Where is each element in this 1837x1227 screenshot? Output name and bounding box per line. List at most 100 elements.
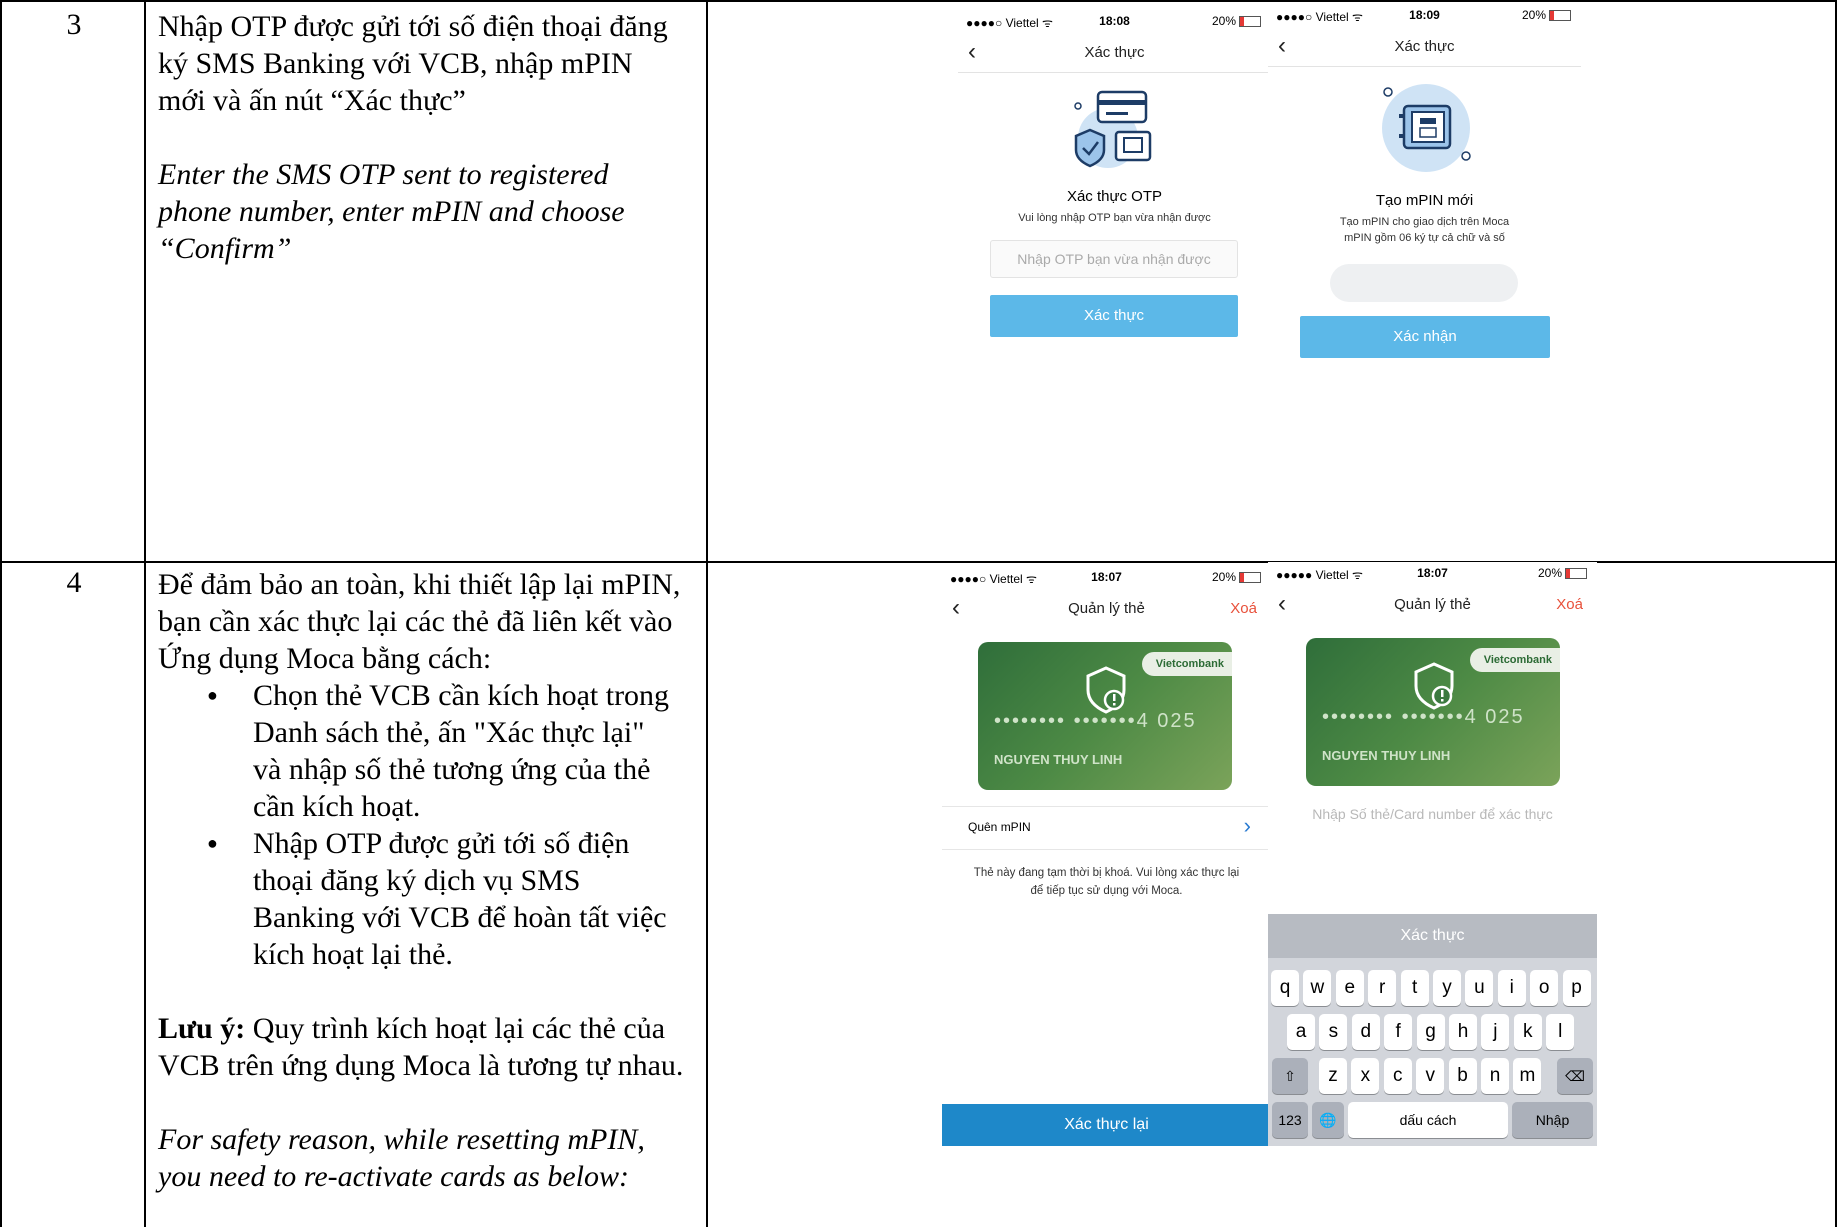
- backspace-key[interactable]: ⌫: [1557, 1058, 1593, 1094]
- col-divider-2: [706, 0, 708, 1227]
- delete-button[interactable]: Xoá: [1230, 600, 1257, 617]
- key-w[interactable]: w: [1303, 970, 1332, 1006]
- battery: 20%: [1212, 14, 1261, 28]
- screen-card-verify: ●●●●● Viettel ᯤ 18:07 20% ‹ Quản lý thẻ …: [1268, 562, 1597, 1146]
- bank-logo: Vietcombank: [1469, 648, 1560, 672]
- key-z[interactable]: z: [1319, 1058, 1347, 1094]
- key-i[interactable]: i: [1497, 970, 1526, 1006]
- key-v[interactable]: v: [1416, 1058, 1445, 1094]
- chevron-right-icon: ›: [1243, 813, 1251, 838]
- key-f[interactable]: f: [1384, 1014, 1413, 1050]
- key-o[interactable]: o: [1530, 970, 1559, 1006]
- en-text: For safety reason, while resetting mPIN,…: [158, 1123, 645, 1193]
- nav-title: Xác thực: [1394, 38, 1455, 55]
- key-h[interactable]: h: [1449, 1014, 1477, 1050]
- nav-title: Quản lý thẻ: [1068, 600, 1145, 617]
- battery: 20%: [1522, 8, 1571, 22]
- battery: 20%: [1538, 566, 1587, 580]
- key-j[interactable]: j: [1481, 1014, 1510, 1050]
- status-bar: ●●●●○ Viettel ᯤ 18:08 20%: [958, 10, 1271, 32]
- globe-icon[interactable]: 🌐: [1312, 1102, 1344, 1138]
- key-a[interactable]: a: [1287, 1014, 1315, 1050]
- nav-bar: ‹ Quản lý thẻ Xoá: [942, 592, 1271, 628]
- screen-otp: ●●●●○ Viettel ᯤ 18:08 20% ‹ Xác thực Xác…: [958, 10, 1271, 362]
- vi-intro: Để đảm bảo an toàn, khi thiết lập lại mP…: [158, 568, 681, 675]
- otp-illustration-icon: [1068, 84, 1160, 176]
- otp-input[interactable]: Nhập OTP bạn vừa nhận được: [990, 240, 1238, 278]
- verify-bar-button[interactable]: Xác thực: [1268, 914, 1597, 958]
- battery-icon: [1549, 10, 1571, 22]
- table-border-top: [0, 0, 1837, 2]
- reverify-button[interactable]: Xác thực lại: [942, 1104, 1271, 1146]
- col-border-left: [0, 0, 2, 1227]
- key-t[interactable]: t: [1400, 970, 1429, 1006]
- key-l[interactable]: l: [1546, 1014, 1575, 1050]
- status-bar: ●●●●○ Viettel ᯤ 18:07 20%: [942, 566, 1271, 588]
- key-n[interactable]: n: [1481, 1058, 1509, 1094]
- bank-logo: Vietcombank: [1141, 652, 1232, 676]
- key-k[interactable]: k: [1513, 1014, 1542, 1050]
- card-number: •••••••• •••••••4 025: [994, 710, 1197, 732]
- status-bar: ●●●●● Viettel ᯤ 18:07 20%: [1268, 562, 1597, 584]
- confirm-button[interactable]: Xác nhận: [1300, 316, 1550, 358]
- nav-bar: ‹ Quản lý thẻ Xoá: [1268, 588, 1597, 624]
- card-number-input[interactable]: Nhập Số thẻ/Card number để xác thực: [1268, 806, 1597, 822]
- col-divider-1: [144, 0, 146, 1227]
- verify-button[interactable]: Xác thực: [990, 295, 1238, 337]
- key-b[interactable]: b: [1448, 1058, 1477, 1094]
- bullet-item: Nhập OTP được gửi tới số điện thoại đăng…: [207, 825, 673, 973]
- shift-key[interactable]: ⇧: [1272, 1058, 1308, 1094]
- otp-subtitle: Vui lòng nhập OTP bạn vừa nhận được: [1018, 212, 1211, 224]
- forgot-mpin-row[interactable]: Quên mPIN ›: [942, 806, 1271, 850]
- key-c[interactable]: c: [1383, 1058, 1412, 1094]
- mpin-subtitle-2: mPIN gồm 06 ký tự cả chữ và số: [1344, 232, 1505, 244]
- key-m[interactable]: m: [1513, 1058, 1542, 1094]
- forgot-mpin-label: Quên mPIN: [968, 820, 1031, 834]
- nav-title: Xác thực: [1084, 44, 1145, 61]
- delete-button[interactable]: Xoá: [1556, 596, 1583, 613]
- battery: 20%: [1212, 570, 1261, 584]
- key-g[interactable]: g: [1416, 1014, 1445, 1050]
- nav-bar: ‹ Xác thực: [1268, 30, 1581, 67]
- step-description: Để đảm bảo an toàn, khi thiết lập lại mP…: [158, 566, 688, 1195]
- step-number: 3: [66, 8, 82, 41]
- vi-text: Nhập OTP được gửi tới số điện thoại đăng…: [158, 10, 668, 117]
- space-key[interactable]: dấu cách: [1348, 1102, 1508, 1138]
- bullet-item: Chọn thẻ VCB cần kích hoạt trong Danh sá…: [207, 677, 673, 825]
- screen-card-manage: ●●●●○ Viettel ᯤ 18:07 20% ‹ Quản lý thẻ …: [942, 566, 1271, 1146]
- locked-notice: Thẻ này đang tạm thời bị khoá. Vui lòng …: [973, 867, 1240, 897]
- mpin-input[interactable]: [1330, 264, 1518, 302]
- bullet-list: Chọn thẻ VCB cần kích hoạt trong Danh sá…: [158, 677, 673, 973]
- battery-icon: [1239, 572, 1261, 584]
- nav-bar: ‹ Xác thực: [958, 36, 1271, 73]
- screen-mpin: ●●●●○ Viettel ᯤ 18:09 20% ‹ Xác thực Tạo…: [1268, 4, 1581, 362]
- step-number: 4: [66, 566, 82, 599]
- key-y[interactable]: y: [1433, 970, 1461, 1006]
- card-holder: NGUYEN THUY LINH: [1322, 748, 1451, 763]
- key-r[interactable]: r: [1368, 970, 1397, 1006]
- card-holder: NGUYEN THUY LINH: [994, 752, 1123, 767]
- key-e[interactable]: e: [1335, 970, 1364, 1006]
- nav-title: Quản lý thẻ: [1394, 596, 1471, 613]
- step-description: Nhập OTP được gửi tới số điện thoại đăng…: [158, 8, 678, 267]
- card-number: •••••••• •••••••4 025: [1322, 706, 1525, 728]
- key-u[interactable]: u: [1465, 970, 1494, 1006]
- key-q[interactable]: q: [1271, 970, 1299, 1006]
- key-x[interactable]: x: [1351, 1058, 1380, 1094]
- en-text: Enter the SMS OTP sent to registered pho…: [158, 158, 625, 265]
- bank-card[interactable]: Vietcombank •••••••• •••••••4 025 NGUYEN…: [1306, 638, 1560, 786]
- enter-key[interactable]: Nhập: [1512, 1102, 1593, 1138]
- keyboard: qwertyuiop asdfghjkl zxcvbnm ⇧ ⌫ 123 🌐 d…: [1268, 958, 1597, 1146]
- mpin-subtitle-1: Tạo mPIN cho giao dịch trên Moca: [1339, 216, 1510, 228]
- shield-lock-icon: [1414, 662, 1454, 710]
- key-d[interactable]: d: [1351, 1014, 1380, 1050]
- mpin-heading: Tạo mPIN mới: [1375, 192, 1474, 209]
- status-bar: ●●●●○ Viettel ᯤ 18:09 20%: [1268, 4, 1581, 26]
- key-p[interactable]: p: [1562, 970, 1591, 1006]
- battery-icon: [1565, 568, 1587, 580]
- bank-card[interactable]: Vietcombank •••••••• •••••••4 025 NGUYEN…: [978, 642, 1232, 790]
- numbers-key[interactable]: 123: [1272, 1102, 1308, 1138]
- safe-illustration-icon: [1376, 78, 1476, 178]
- key-s[interactable]: s: [1319, 1014, 1348, 1050]
- shield-lock-icon: [1086, 666, 1126, 714]
